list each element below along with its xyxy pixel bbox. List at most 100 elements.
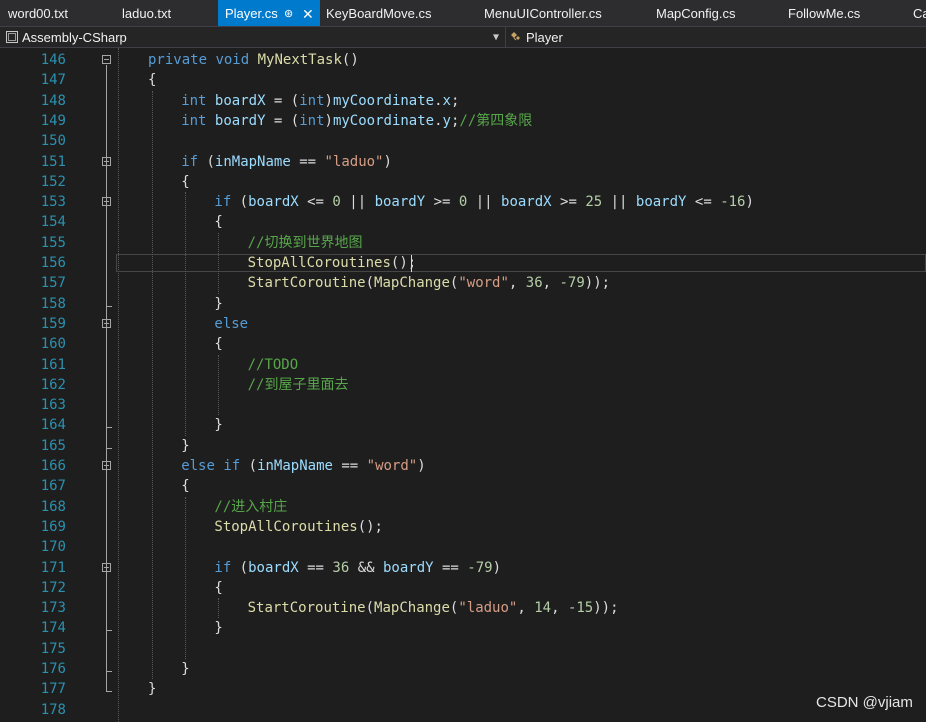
code-line[interactable]: 147 { <box>0 70 926 90</box>
code-line[interactable]: 170 <box>0 537 926 557</box>
code-token: int <box>299 112 325 129</box>
code-line[interactable]: 162 //到屋子里面去 <box>0 375 926 395</box>
code-token: boardY <box>382 559 434 576</box>
code-text: } <box>214 618 222 638</box>
code-text: { <box>214 212 222 232</box>
code-token: ( <box>365 600 375 617</box>
code-token: . <box>434 92 443 109</box>
pin-icon[interactable]: ⊛ <box>284 0 293 26</box>
line-number: 154 <box>40 214 66 231</box>
code-token: () <box>341 52 359 68</box>
line-number: 162 <box>40 376 66 393</box>
code-line[interactable]: 163 <box>0 395 926 415</box>
line-number: 171 <box>40 559 66 576</box>
code-line[interactable]: 151 if (inMapName == "laduo") <box>0 152 926 172</box>
code-line[interactable]: 161 //TODO <box>0 355 926 375</box>
code-line[interactable]: 155 //切换到世界地图 <box>0 233 926 253</box>
code-line[interactable]: 159 else <box>0 314 926 334</box>
code-text: else if (inMapName == "word") <box>181 456 425 476</box>
tab-ca[interactable]: Ca <box>906 0 926 26</box>
indent-guide <box>218 598 220 619</box>
line-number: 158 <box>40 295 66 312</box>
code-token: 36 <box>332 559 350 576</box>
line-number: 153 <box>40 194 66 211</box>
code-line[interactable]: 160 { <box>0 334 926 354</box>
code-line[interactable]: 167 { <box>0 476 926 496</box>
tab-keyboardmove[interactable]: KeyBoardMove.cs <box>320 0 476 26</box>
code-token: >= <box>551 194 586 211</box>
code-line[interactable]: 171 if (boardX == 36 && boardY == -79) <box>0 558 926 578</box>
code-line[interactable]: 166 else if (inMapName == "word") <box>0 456 926 476</box>
code-line[interactable]: 165} <box>0 436 926 456</box>
code-text: } <box>214 294 222 314</box>
tab-word00[interactable]: word00.txt <box>0 0 112 26</box>
line-number: 146 <box>40 52 66 68</box>
indent-guide <box>185 192 187 436</box>
code-line[interactable]: 178 <box>0 700 926 720</box>
tab-label: Player.cs <box>225 6 278 21</box>
code-line[interactable]: 175 <box>0 639 926 659</box>
tab-laduo[interactable]: laduo.txt <box>114 0 218 26</box>
code-token: else <box>214 315 249 332</box>
code-line[interactable]: 177} <box>0 679 926 699</box>
code-token: if <box>223 458 241 474</box>
code-token: y <box>442 112 451 129</box>
line-number: 159 <box>40 315 66 332</box>
code-line[interactable]: 154 { <box>0 212 926 232</box>
text-caret <box>411 255 412 272</box>
code-token: boardX <box>214 92 266 109</box>
tab-mapconfig[interactable]: MapConfig.cs <box>648 0 780 26</box>
member-dropdown[interactable]: Player <box>510 28 910 47</box>
code-line[interactable]: 150 <box>0 131 926 151</box>
code-line[interactable]: 156 StopAllCoroutines(); <box>0 253 926 273</box>
tab-label: word00.txt <box>8 6 68 21</box>
code-line[interactable]: 146 private void MyNextTask() <box>0 50 926 70</box>
code-token: } <box>214 295 223 312</box>
code-token: == <box>290 153 325 170</box>
code-line[interactable]: 164} <box>0 415 926 435</box>
tab-player[interactable]: Player.cs ⊛ ✕ <box>218 0 320 26</box>
code-line[interactable]: 173 StartCoroutine(MapChange("laduo", 14,… <box>0 598 926 618</box>
code-line[interactable]: 153 if (boardX <= 0 || boardY >= 0 || boa… <box>0 192 926 212</box>
code-token: (); <box>357 518 383 535</box>
tab-menuuicontroller[interactable]: MenuUIController.cs <box>476 0 648 26</box>
code-text: { <box>214 334 222 354</box>
code-token: { <box>214 214 223 231</box>
code-line[interactable]: 174} <box>0 618 926 638</box>
code-token: boardY <box>214 112 266 129</box>
code-token: , <box>551 600 568 617</box>
code-token: , <box>517 600 535 617</box>
code-token: //TODO <box>247 356 299 373</box>
project-dropdown[interactable]: Assembly-CSharp <box>6 28 502 47</box>
code-line[interactable]: 172 { <box>0 578 926 598</box>
collapse-icon[interactable] <box>102 55 111 64</box>
code-token: ( <box>231 194 249 211</box>
code-token: , <box>542 275 560 292</box>
code-line[interactable]: 148 int boardX = (int)myCoordinate.x; <box>0 91 926 111</box>
fold-end <box>106 305 112 307</box>
code-token: ) <box>745 194 754 211</box>
code-text: { <box>148 70 156 90</box>
code-line[interactable]: 158} <box>0 294 926 314</box>
line-number: 147 <box>40 72 66 89</box>
code-line[interactable]: 176} <box>0 659 926 679</box>
code-line[interactable]: 169 StopAllCoroutines(); <box>0 517 926 537</box>
tab-followme[interactable]: FollowMe.cs <box>780 0 906 26</box>
code-token: ( <box>365 275 375 292</box>
code-text: } <box>148 679 156 699</box>
code-line[interactable]: 168 //进入村庄 <box>0 497 926 517</box>
code-token: || <box>602 194 636 211</box>
watermark: CSDN @vjiam <box>816 694 913 711</box>
chevron-down-icon[interactable]: ▼ <box>493 28 499 47</box>
code-line[interactable]: 152 { <box>0 172 926 192</box>
tab-label: FollowMe.cs <box>788 6 861 21</box>
code-token: 25 <box>585 194 603 211</box>
code-line[interactable]: 149 int boardY = (int)myCoordinate.y;//第四… <box>0 111 926 131</box>
close-icon[interactable]: ✕ <box>302 0 314 26</box>
code-editor[interactable]: 146 private void MyNextTask() 147 {148 int b… <box>0 48 926 722</box>
indent-guide <box>185 496 187 659</box>
code-token: MapChange <box>374 275 450 292</box>
code-line[interactable]: 157 StartCoroutine(MapChange("word", 36, … <box>0 273 926 293</box>
code-token: -79 <box>559 275 585 292</box>
line-number: 151 <box>40 153 66 170</box>
